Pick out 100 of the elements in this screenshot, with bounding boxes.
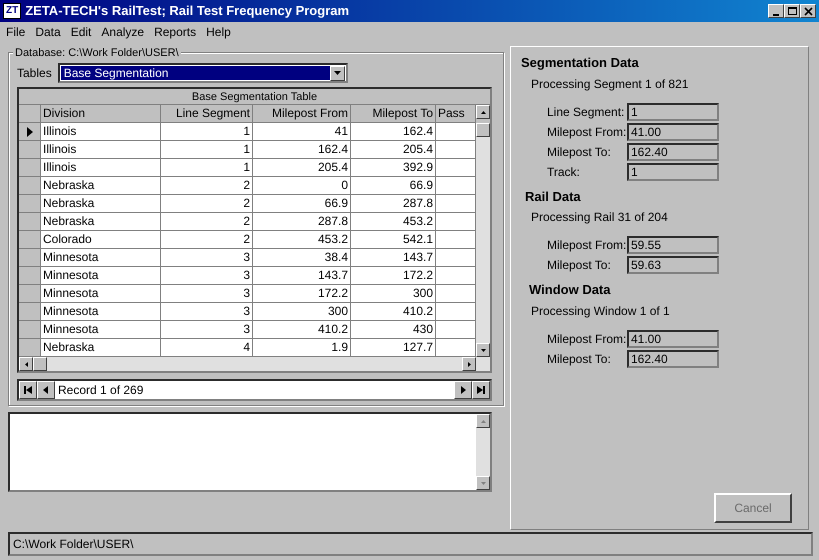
first-icon [23, 385, 33, 395]
table-cell [436, 177, 476, 195]
table-cell: 66.9 [253, 195, 351, 213]
table-cell: 143.7 [351, 249, 436, 267]
readonly-field: 162.40 [627, 142, 719, 160]
table-cell: 38.4 [253, 249, 351, 267]
table-cell: Minnesota [41, 321, 161, 339]
table-cell: 392.9 [351, 159, 436, 177]
table-cell: Nebraska [41, 195, 161, 213]
table-cell: Nebraska [41, 339, 161, 357]
minimize-icon [773, 14, 779, 16]
readonly-field: 59.63 [627, 256, 719, 274]
maximize-icon [786, 6, 798, 16]
table-cell: 3 [161, 249, 253, 267]
table-cell [436, 213, 476, 231]
table-cell: 542.1 [351, 231, 436, 249]
table-cell: 4 [161, 339, 253, 357]
horizontal-scrollbar[interactable] [19, 357, 490, 371]
field-label: Milepost From: [547, 124, 627, 140]
last-icon [476, 385, 486, 395]
table-cell: 2 [161, 177, 253, 195]
field-label: Milepost From: [547, 237, 627, 254]
table-cell [436, 231, 476, 249]
field-label: Milepost To: [547, 257, 612, 274]
table-cell: Nebraska [41, 177, 161, 195]
right-arrow-icon [468, 362, 470, 366]
vertical-scrollbar[interactable] [476, 123, 490, 357]
scroll-thumb[interactable] [476, 123, 490, 137]
table-caption: Base Segmentation Table [19, 89, 490, 105]
field-label: Track: [547, 164, 581, 180]
table-cell: 127.7 [351, 339, 436, 357]
table-cell: 453.2 [351, 213, 436, 231]
table-cell [436, 303, 476, 321]
first-record-button[interactable] [19, 381, 37, 399]
section-title: Segmentation Data [521, 54, 640, 72]
table-cell: Illinois [41, 141, 161, 159]
up-arrow-icon [480, 420, 486, 422]
menu-item[interactable]: File [6, 23, 26, 41]
next-record-button[interactable] [454, 381, 472, 399]
table-cell: 3 [161, 303, 253, 321]
table-cell [436, 195, 476, 213]
table-cell: 143.7 [253, 267, 351, 285]
table-cell: 300 [351, 285, 436, 303]
status-bar: C:\Work Folder\USER\ [8, 532, 813, 556]
field-label: Milepost To: [547, 350, 612, 368]
table-cell: 66.9 [351, 177, 436, 195]
progress-text: Processing Segment 1 of 821 [530, 76, 690, 92]
left-arrow-icon [24, 362, 28, 366]
progress-text: Processing Window 1 of 1 [530, 302, 671, 320]
maximize-button[interactable] [784, 4, 800, 18]
table-cell: 2 [161, 213, 253, 231]
table-cell: 172.2 [253, 285, 351, 303]
last-record-button[interactable] [472, 381, 490, 399]
scroll-thumb[interactable] [33, 357, 47, 371]
table-cell: 1 [161, 141, 253, 159]
table-cell: 0 [253, 177, 351, 195]
section-title: Window Data [528, 281, 612, 299]
menu-item[interactable]: Analyze [101, 23, 144, 41]
vertical-scrollbar[interactable] [476, 414, 490, 490]
close-button[interactable] [800, 4, 816, 18]
left-triangle-icon [41, 385, 51, 395]
readonly-field: 59.55 [627, 236, 719, 254]
readonly-field: 1 [627, 162, 719, 180]
menu-item[interactable]: Help [206, 23, 231, 41]
table-cell: Colorado [41, 231, 161, 249]
table-cell: Minnesota [41, 249, 161, 267]
table-cell: 162.4 [253, 141, 351, 159]
menu-item[interactable]: Reports [154, 23, 196, 41]
table-cell: 3 [161, 267, 253, 285]
minimize-button[interactable] [768, 4, 784, 18]
section-title: Rail Data [524, 188, 582, 206]
field-label: Milepost From: [547, 330, 627, 348]
table-cell: 205.4 [253, 159, 351, 177]
previous-record-button[interactable] [37, 381, 55, 399]
table-cell: 162.4 [351, 123, 436, 141]
up-arrow-icon [480, 110, 486, 114]
down-arrow-icon [480, 482, 486, 484]
table-cell: Illinois [41, 159, 161, 177]
table-cell: 2 [161, 231, 253, 249]
tables-dropdown[interactable]: Base Segmentation [58, 63, 348, 83]
message-area[interactable] [8, 412, 492, 492]
table-cell: 300 [253, 303, 351, 321]
table-cell [436, 141, 476, 159]
app-logo: ZT [3, 3, 22, 19]
window-title: ZETA-TECH's RailTest; Rail Test Frequency Program [25, 2, 350, 20]
readonly-field: 41.00 [627, 330, 719, 348]
table-cell [436, 339, 476, 357]
scroll-up-button[interactable] [476, 105, 490, 119]
table-cell: 410.2 [351, 303, 436, 321]
dropdown-arrow-icon [334, 71, 341, 75]
menu-item[interactable]: Data [35, 23, 61, 41]
down-arrow-icon [480, 348, 486, 352]
table-cell: 3 [161, 285, 253, 303]
table-cell [436, 249, 476, 267]
readonly-field: 162.40 [627, 350, 719, 368]
table-cell: 430 [351, 321, 436, 339]
menu-item[interactable]: Edit [70, 23, 92, 41]
table-cell: Minnesota [41, 303, 161, 321]
progress-text: Processing Rail 31 of 204 [530, 209, 669, 226]
row-selector[interactable] [19, 123, 41, 141]
